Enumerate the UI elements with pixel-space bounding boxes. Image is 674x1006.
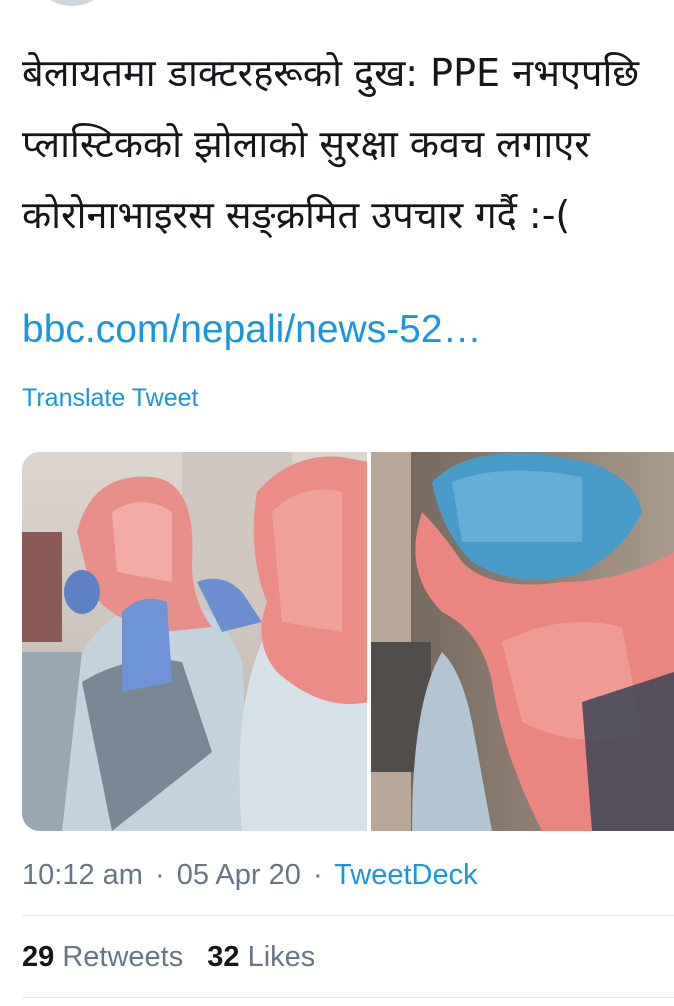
likes-stat[interactable]: 32 Likes	[207, 941, 315, 973]
divider	[22, 915, 674, 916]
photo-left[interactable]	[22, 452, 368, 831]
meta-separator: ·	[154, 859, 165, 891]
translate-tweet-button[interactable]: Translate Tweet	[22, 380, 198, 416]
retweets-count: 29	[22, 941, 55, 973]
meta-separator: ·	[312, 859, 323, 891]
divider	[22, 997, 674, 998]
tweet-stats: 29 Retweets 32 Likes	[22, 937, 331, 977]
tweet-text: बेलायतमा डाक्टरहरूको दुख: PPE नभएपछि प्ल…	[22, 51, 639, 237]
avatar[interactable]	[36, 0, 108, 6]
tweet-date: 05 Apr 20	[176, 859, 301, 891]
tweet-source-link[interactable]: TweetDeck	[334, 859, 477, 891]
likes-label: Likes	[247, 941, 316, 973]
media-photos	[22, 452, 674, 831]
retweets-label: Retweets	[62, 941, 184, 973]
photo-right[interactable]	[371, 452, 674, 831]
tweet-meta: 10:12 am · 05 Apr 20 · TweetDeck	[22, 855, 478, 895]
tweet-media[interactable]	[22, 452, 674, 831]
photo-divider	[367, 452, 371, 831]
likes-count: 32	[207, 941, 240, 973]
retweets-stat[interactable]: 29 Retweets	[22, 941, 183, 973]
tweet-link[interactable]: bbc.com/nepali/news-52…	[22, 300, 482, 360]
tweet-time: 10:12 am	[22, 859, 143, 891]
